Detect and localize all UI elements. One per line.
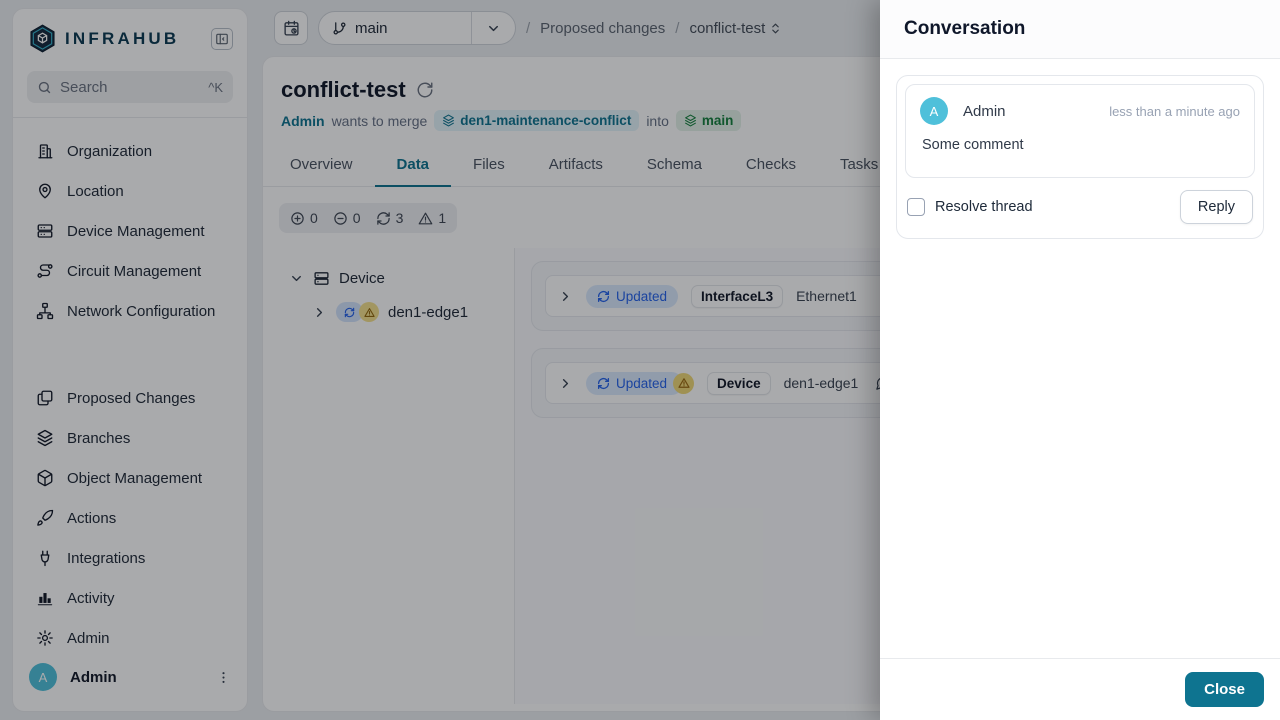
comment-timestamp: less than a minute ago	[1109, 103, 1240, 119]
resolve-thread-label: Resolve thread	[935, 199, 1033, 215]
avatar: A	[920, 97, 948, 125]
panel-header: Conversation	[880, 0, 1280, 59]
panel-footer: Close	[880, 658, 1280, 720]
resolve-thread-control[interactable]: Resolve thread	[907, 198, 1033, 216]
modal-overlay[interactable]	[0, 0, 880, 720]
resolve-thread-checkbox[interactable]	[907, 198, 925, 216]
thread-card: A Admin less than a minute ago Some comm…	[896, 75, 1264, 239]
comment-author: Admin	[963, 102, 1006, 120]
comment-body: Some comment	[922, 137, 1024, 153]
conversation-panel: Conversation A Admin less than a minute …	[880, 0, 1280, 720]
close-button[interactable]: Close	[1185, 672, 1264, 707]
reply-button[interactable]: Reply	[1179, 190, 1253, 224]
comment-card: A Admin less than a minute ago Some comm…	[905, 84, 1255, 178]
panel-title: Conversation	[904, 18, 1026, 39]
